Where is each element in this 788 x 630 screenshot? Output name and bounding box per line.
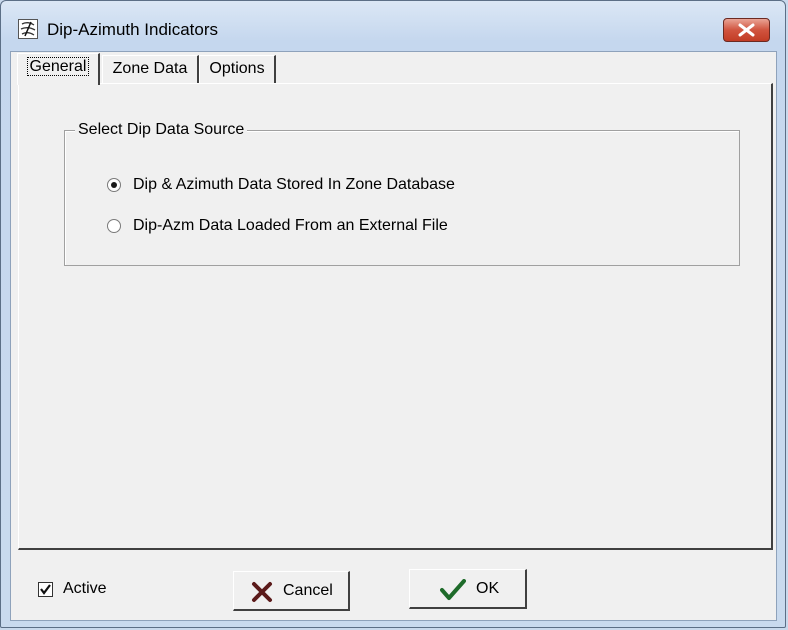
active-label: Active [63,580,107,597]
tab-panel-general: Select Dip Data Source Dip & Azimuth Dat… [18,83,773,550]
title-bar[interactable]: Dip-Azimuth Indicators [1,1,787,43]
cancel-label: Cancel [283,582,333,599]
dialog-client-area: Select Dip Data Source Dip & Azimuth Dat… [10,51,777,621]
tab-options[interactable]: Options [199,55,276,83]
cancel-button[interactable]: Cancel [233,571,350,611]
radio-button[interactable] [107,178,121,192]
close-button[interactable] [723,18,770,42]
active-checkbox[interactable] [38,582,53,597]
app-icon [18,19,38,39]
close-icon [738,23,755,37]
ok-check-icon [440,579,466,600]
tab-general[interactable]: General [17,53,100,85]
dip-data-source-group: Select Dip Data Source Dip & Azimuth Dat… [64,121,740,266]
group-legend: Select Dip Data Source [75,121,248,139]
radio-button[interactable] [107,219,121,233]
checkmark-icon [40,584,51,595]
dialog-window: Dip-Azimuth Indicators Select Dip Data S… [0,0,786,628]
cancel-x-icon [252,582,272,602]
radio-label: Dip & Azimuth Data Stored In Zone Databa… [133,176,455,193]
window-title: Dip-Azimuth Indicators [47,20,219,39]
tab-zone-data[interactable]: Zone Data [102,55,199,83]
ok-button[interactable]: OK [409,569,527,609]
ok-label: OK [476,580,500,597]
radio-label: Dip-Azm Data Loaded From an External Fil… [133,217,448,234]
tab-general-label: General [26,57,90,76]
